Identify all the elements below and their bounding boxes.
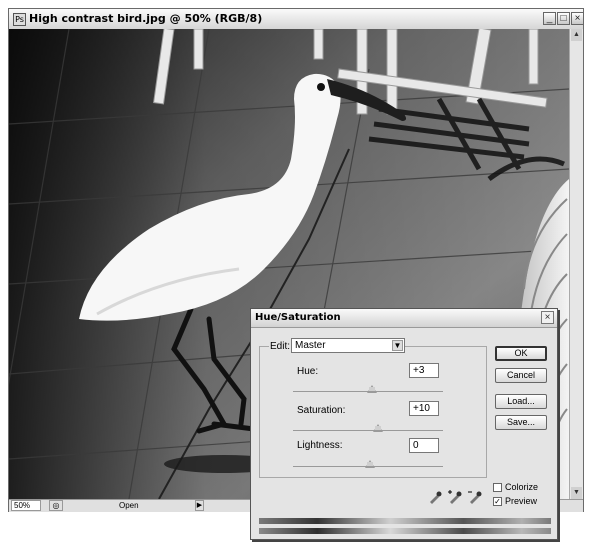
adjustment-group xyxy=(259,346,487,478)
close-button[interactable]: × xyxy=(571,12,584,25)
chevron-down-icon[interactable]: ▼ xyxy=(392,340,403,351)
cancel-button[interactable]: Cancel xyxy=(495,368,547,383)
saturation-label: Saturation: xyxy=(297,405,346,416)
hue-saturation-dialog: Hue/Saturation × Edit: Master ▼ Hue: +3 … xyxy=(250,308,558,540)
output-hue-bar xyxy=(259,528,551,534)
edit-select-value: Master xyxy=(295,340,326,351)
edit-select[interactable]: Master ▼ xyxy=(291,338,405,353)
load-button[interactable]: Load... xyxy=(495,394,547,409)
status-text: Open xyxy=(119,501,139,510)
photoshop-doc-icon: Ps xyxy=(13,13,26,26)
lightness-label: Lightness: xyxy=(297,440,343,451)
preview-checkbox[interactable]: ✓ xyxy=(493,497,502,506)
scroll-up-icon[interactable]: ▲ xyxy=(571,29,582,41)
hue-label: Hue: xyxy=(297,366,319,377)
dialog-title-bar[interactable]: Hue/Saturation × xyxy=(251,309,557,328)
preview-label: Preview xyxy=(505,496,538,506)
eyedropper-minus-icon[interactable] xyxy=(467,489,483,505)
save-button[interactable]: Save... xyxy=(495,415,547,430)
colorize-label: Colorize xyxy=(505,482,539,492)
scroll-down-icon[interactable]: ▼ xyxy=(571,487,582,499)
eyedropper-plus-icon[interactable] xyxy=(447,489,463,505)
hue-input[interactable]: +3 xyxy=(409,363,439,378)
input-hue-bar xyxy=(259,518,551,524)
ok-button[interactable]: OK xyxy=(495,346,547,361)
colorize-checkbox[interactable] xyxy=(493,483,502,492)
document-title: High contrast bird.jpg @ 50% (RGB/8) xyxy=(29,12,263,25)
hue-slider-thumb[interactable] xyxy=(367,385,377,393)
document-title-bar[interactable]: Ps High contrast bird.jpg @ 50% (RGB/8) … xyxy=(9,9,584,30)
zoom-field[interactable]: 50% xyxy=(11,500,41,511)
navigator-icon[interactable]: ◎ xyxy=(49,500,63,511)
dialog-title: Hue/Saturation xyxy=(255,312,341,323)
vertical-scrollbar[interactable]: ▲ ▼ xyxy=(569,29,583,499)
minimize-button[interactable]: _ xyxy=(543,12,556,25)
saturation-slider-thumb[interactable] xyxy=(373,424,383,432)
lightness-slider-thumb[interactable] xyxy=(365,460,375,468)
maximize-button[interactable]: □ xyxy=(557,12,570,25)
eyedropper-icon[interactable] xyxy=(427,489,443,505)
dialog-close-icon[interactable]: × xyxy=(541,311,554,324)
saturation-slider-track[interactable] xyxy=(293,430,443,431)
status-menu-arrow-icon[interactable]: ▶ xyxy=(195,500,204,511)
saturation-input[interactable]: +10 xyxy=(409,401,439,416)
edit-label: Edit: xyxy=(269,341,292,352)
lightness-input[interactable]: 0 xyxy=(409,438,439,453)
